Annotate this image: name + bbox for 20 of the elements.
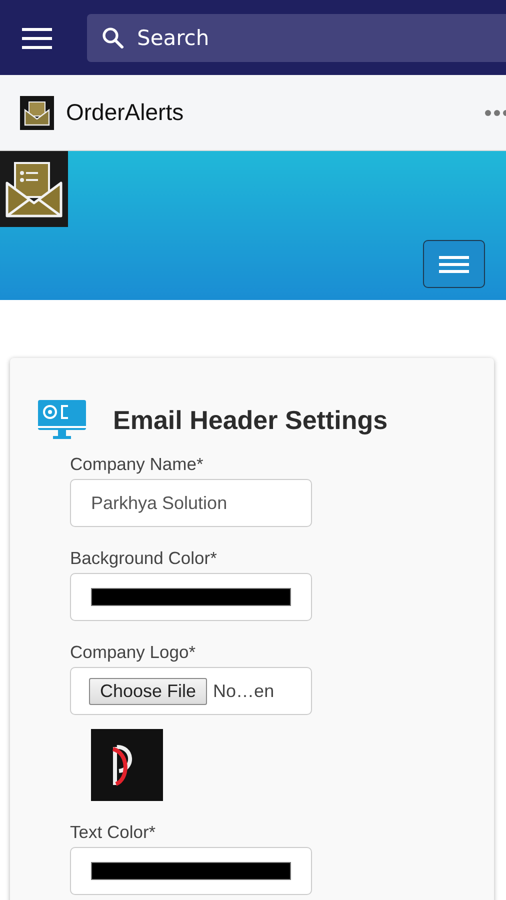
card-title: Email Header Settings [113,404,388,436]
envelope-icon [20,96,54,130]
file-name: No…en [213,680,274,702]
menu-toggle-button[interactable] [423,240,485,288]
color-picker-field[interactable] [70,847,312,895]
field-label: Company Logo* [70,642,196,663]
field-label: Text Color* [70,822,156,843]
field-label: Background Color* [70,548,217,569]
menu-button[interactable] [22,26,52,50]
menu-icon [22,26,52,50]
menu-icon [439,254,469,274]
color-picker-field[interactable] [70,573,312,621]
choose-file-button[interactable]: Choose File [89,678,208,704]
search-field[interactable]: Search [87,14,506,62]
app-title: OrderAlerts [66,99,185,126]
more-icon[interactable] [484,108,506,116]
field-label: Company Name* [70,454,204,475]
monitor-gear-icon [38,398,86,442]
file-input-field[interactable]: Choose File No…en [70,667,312,715]
input-field[interactable]: Parkhya Solution [70,479,312,527]
